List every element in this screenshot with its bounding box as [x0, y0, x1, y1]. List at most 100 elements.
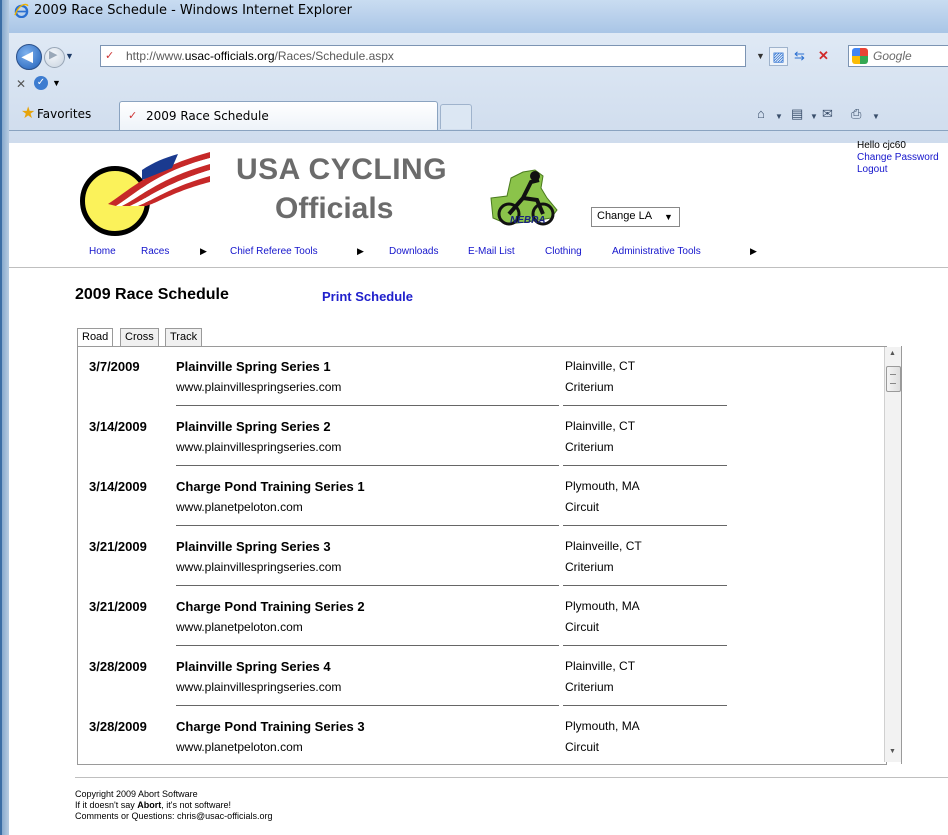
- scroll-up-arrow-icon[interactable]: ▲: [889, 350, 896, 357]
- address-dropdown-icon[interactable]: ▼: [756, 51, 765, 61]
- feeds-icon[interactable]: ▤: [791, 107, 803, 121]
- submenu-arrow-icon: ▶: [200, 246, 207, 256]
- race-location: Plymouth, MA: [565, 599, 640, 613]
- print-dropdown-icon[interactable]: ▼: [872, 110, 880, 124]
- race-website[interactable]: www.planetpeloton.com: [176, 740, 303, 754]
- toolbar-addon-icon[interactable]: ✓: [34, 76, 48, 90]
- contact-text: Comments or Questions: chris@usac-offici…: [75, 811, 273, 821]
- site-favicon-icon: ✓: [105, 50, 115, 62]
- menu-chief-referee-tools[interactable]: Chief Referee Tools: [230, 246, 318, 257]
- race-name: Charge Pond Training Series 3: [176, 719, 365, 734]
- race-name: Plainville Spring Series 1: [176, 359, 331, 374]
- print-schedule-link[interactable]: Print Schedule: [322, 289, 413, 304]
- scrollbar-thumb[interactable]: [886, 366, 901, 392]
- race-schedule-list: 3/7/2009 Plainville Spring Series 1 www.pl…: [77, 346, 887, 765]
- tab-title: 2009 Race Schedule: [146, 109, 269, 123]
- favorites-star-icon[interactable]: ★: [21, 106, 35, 122]
- chevron-down-icon: ▼: [664, 212, 673, 222]
- row-divider: [563, 465, 727, 466]
- window-title-bar[interactable]: 2009 Race Schedule - Windows Internet Ex…: [9, 0, 948, 34]
- favorites-button[interactable]: Favorites: [37, 107, 91, 121]
- toolbar-addon-dropdown-icon[interactable]: ▼: [52, 78, 61, 88]
- race-website[interactable]: www.planetpeloton.com: [176, 500, 303, 514]
- race-row: 3/21/2009 Charge Pond Training Series 2 ww…: [78, 587, 886, 647]
- mail-icon[interactable]: ✉: [822, 107, 833, 121]
- close-toolbar-icon[interactable]: ✕: [16, 77, 26, 91]
- main-menu: Home Races ▶ Chief Referee Tools ▶ Downl…: [9, 243, 948, 263]
- stop-icon[interactable]: ✕: [815, 47, 832, 64]
- google-icon: [852, 48, 868, 64]
- race-type: Criterium: [565, 440, 614, 454]
- race-date: 3/21/2009: [89, 599, 147, 614]
- browser-tab[interactable]: ✓ 2009 Race Schedule: [119, 101, 438, 130]
- user-panel: Hello cjc60 Change Password Logout: [857, 140, 939, 176]
- race-name: Charge Pond Training Series 2: [176, 599, 365, 614]
- tab-favicon-icon: ✓: [128, 110, 138, 122]
- race-date: 3/28/2009: [89, 719, 147, 734]
- race-row: 3/14/2009 Charge Pond Training Series 1 ww…: [78, 467, 886, 527]
- schedule-scrollbar[interactable]: ▲ ▼: [884, 347, 902, 762]
- search-box[interactable]: Google: [848, 45, 948, 67]
- race-website[interactable]: www.plainvillespringseries.com: [176, 380, 341, 394]
- copyright-text: Copyright 2009 Abort Software: [75, 789, 198, 799]
- race-name: Plainville Spring Series 2: [176, 419, 331, 434]
- race-row: 3/21/2009 Plainville Spring Series 3 www.p…: [78, 527, 886, 587]
- row-divider: [176, 525, 559, 526]
- feeds-dropdown-icon[interactable]: ▼: [810, 110, 818, 124]
- race-name: Plainville Spring Series 3: [176, 539, 331, 554]
- usa-cycling-flag-logo: [108, 152, 210, 206]
- change-la-select[interactable]: Change LA ▼: [591, 207, 680, 227]
- menu-clothing[interactable]: Clothing: [545, 246, 582, 257]
- race-type: Criterium: [565, 380, 614, 394]
- race-location: Plainville, CT: [565, 659, 636, 673]
- race-website[interactable]: www.planetpeloton.com: [176, 620, 303, 634]
- menu-administrative-tools[interactable]: Administrative Tools: [612, 246, 701, 257]
- logout-link[interactable]: Logout: [857, 164, 939, 176]
- race-name: Plainville Spring Series 4: [176, 659, 331, 674]
- tab-track[interactable]: Track: [165, 328, 203, 347]
- race-type: Circuit: [565, 620, 600, 634]
- menu-races[interactable]: Races: [141, 246, 169, 257]
- grip-icon: [890, 374, 896, 384]
- panel-border: [901, 346, 902, 764]
- race-website[interactable]: www.plainvillespringseries.com: [176, 560, 341, 574]
- race-website[interactable]: www.plainvillespringseries.com: [176, 680, 341, 694]
- back-arrow-icon: ◀: [22, 48, 33, 64]
- race-location: Plainville, CT: [565, 359, 636, 373]
- menu-downloads[interactable]: Downloads: [389, 246, 438, 257]
- race-name: Charge Pond Training Series 1: [176, 479, 365, 494]
- race-type: Criterium: [565, 560, 614, 574]
- race-location: Plymouth, MA: [565, 719, 640, 733]
- race-location: Plainville, CT: [565, 419, 636, 433]
- site-title-line2: Officials: [275, 192, 394, 225]
- page-footer: Copyright 2009 Abort Software If it does…: [75, 789, 273, 822]
- race-row: 3/7/2009 Plainville Spring Series 1 www.pl…: [78, 347, 886, 407]
- tab-road[interactable]: Road: [77, 328, 114, 348]
- new-tab-button[interactable]: [440, 104, 472, 129]
- home-dropdown-icon[interactable]: ▼: [775, 110, 783, 124]
- row-divider: [563, 705, 727, 706]
- race-type: Circuit: [565, 500, 600, 514]
- la-select-value: Change LA: [597, 210, 653, 222]
- refresh-icon[interactable]: ⇆: [791, 47, 808, 64]
- change-password-link[interactable]: Change Password: [857, 152, 939, 164]
- url-text: http://www.usac-officials.org/Races/Sche…: [126, 49, 394, 63]
- recent-pages-dropdown-icon[interactable]: ▼: [65, 51, 74, 61]
- address-bar[interactable]: ✓ http://www.usac-officials.org/Races/Sc…: [100, 45, 746, 67]
- race-website[interactable]: www.plainvillespringseries.com: [176, 440, 341, 454]
- tab-cross[interactable]: Cross: [120, 328, 159, 347]
- row-divider: [176, 465, 559, 466]
- row-divider: [563, 645, 727, 646]
- race-location: Plymouth, MA: [565, 479, 640, 493]
- race-date: 3/28/2009: [89, 659, 147, 674]
- menu-home[interactable]: Home: [89, 246, 116, 257]
- menu-email-list[interactable]: E-Mail List: [468, 246, 515, 257]
- race-type: Criterium: [565, 680, 614, 694]
- home-icon[interactable]: ⌂: [757, 107, 765, 121]
- menu-divider: [9, 267, 948, 268]
- scroll-down-arrow-icon[interactable]: ▼: [889, 748, 896, 755]
- race-location: Plainveille, CT: [565, 539, 642, 553]
- print-icon[interactable]: ⎙: [851, 107, 861, 121]
- compatibility-view-icon[interactable]: ▨: [769, 47, 788, 66]
- row-divider: [176, 585, 559, 586]
